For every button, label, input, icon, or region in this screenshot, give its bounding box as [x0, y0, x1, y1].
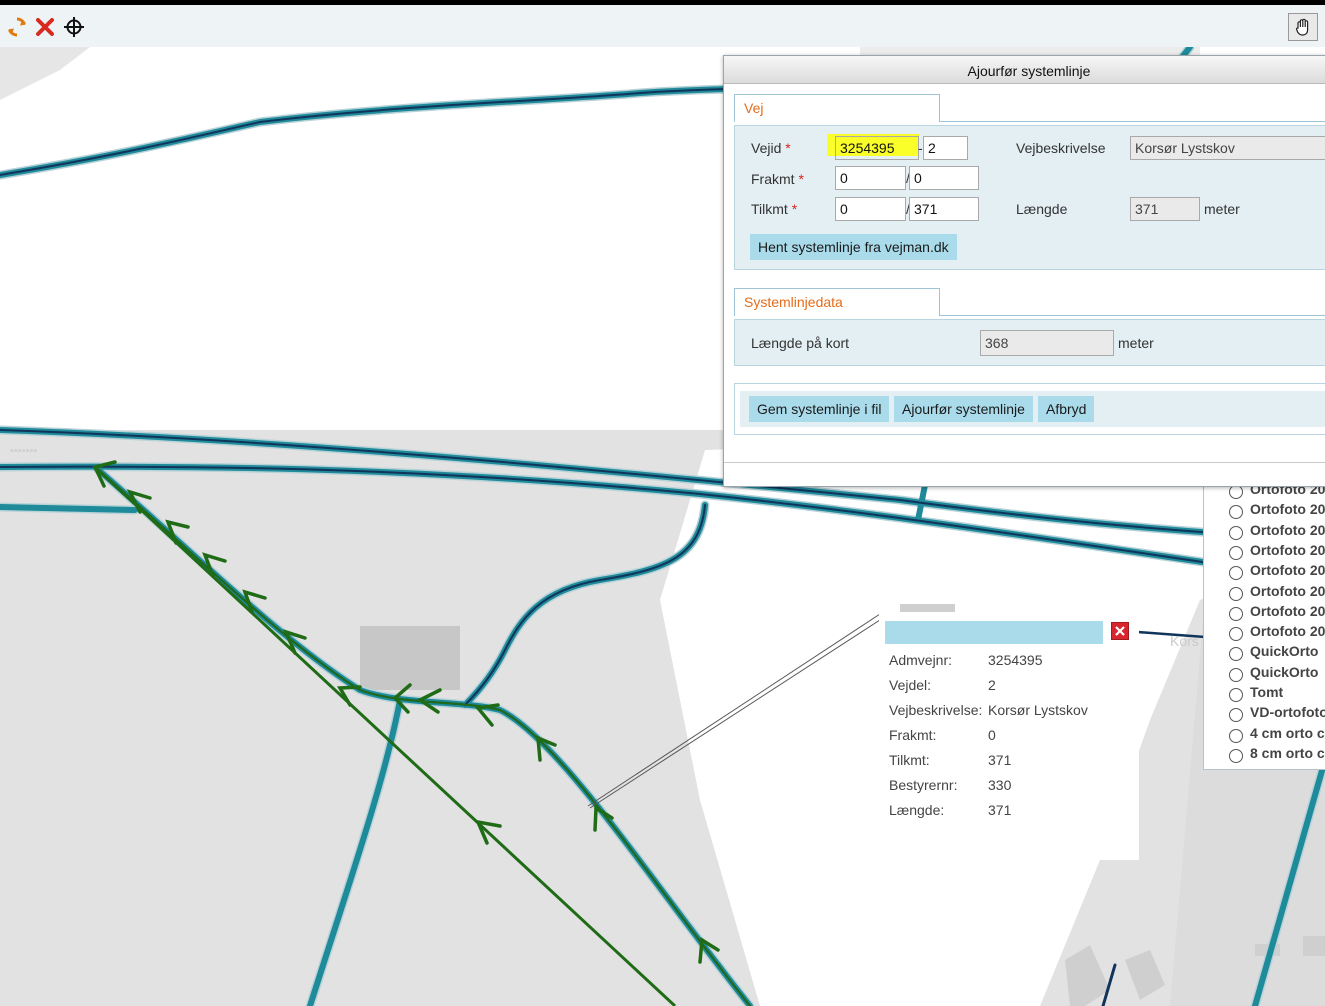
vej-panel: Vejid * - Vejbeskrivelse Frakmt * / Tilk… — [734, 125, 1325, 270]
crosshair-icon[interactable] — [62, 15, 86, 39]
map-toolbar — [0, 5, 1325, 47]
popup-row-value: 2 — [988, 677, 996, 693]
tab-line — [940, 121, 1325, 122]
frakmt-m-input[interactable] — [909, 166, 979, 190]
vej-group: Vej Vejid * - Vejbeskrivelse Frakmt * / … — [734, 94, 1325, 278]
close-icon — [1115, 626, 1125, 636]
map-building-small — [900, 604, 955, 612]
layer-radio[interactable] — [1229, 545, 1243, 560]
popup-row-value: 371 — [988, 802, 1012, 818]
dialog-title: Ajourfør systemlinje — [724, 56, 1325, 84]
tilkmt-m-input[interactable] — [909, 197, 979, 221]
layer-radio[interactable] — [1229, 667, 1243, 682]
tab-systemlinjedata[interactable]: Systemlinjedata — [734, 288, 940, 316]
layer-radio[interactable] — [1229, 708, 1243, 723]
popup-row-value: 330 — [988, 777, 1012, 793]
layer-radio[interactable] — [1229, 728, 1243, 743]
fetch-systemline-button[interactable]: Hent systemlinje fra vejman.dk — [750, 234, 957, 260]
pan-hand-icon[interactable] — [1288, 13, 1318, 41]
layer-item-label[interactable]: Tomt — [1250, 684, 1283, 700]
popup-row-value: 0 — [988, 727, 996, 743]
dialog-footer-divider — [724, 462, 1325, 463]
popup-row-value: 371 — [988, 752, 1012, 768]
vejbeskrivelse-field[interactable] — [1130, 136, 1325, 160]
actions-frame: Gem systemlinje i fil Ajourfør systemlin… — [734, 383, 1325, 435]
layer-radio[interactable] — [1229, 485, 1243, 499]
layer-item-label[interactable]: Ortofoto 20 — [1250, 542, 1325, 558]
layer-item-label[interactable]: Ortofoto 20 — [1250, 603, 1325, 619]
tilkmt-label: Tilkmt * — [751, 201, 798, 217]
layer-item-label[interactable]: 8 cm orto c — [1250, 745, 1325, 761]
close-icon[interactable] — [33, 15, 57, 39]
frakmt-km-input[interactable] — [835, 166, 906, 190]
layer-item-label[interactable]: Ortofoto 20 — [1250, 522, 1325, 538]
laengde-kort-label: Længde på kort — [751, 335, 850, 351]
actions-group: Gem systemlinje i fil Ajourfør systemlin… — [734, 383, 1325, 435]
layer-radio[interactable] — [1229, 606, 1243, 621]
popup-row-value: Korsør Lystskov — [988, 702, 1088, 718]
tilkmt-km-input[interactable] — [835, 197, 906, 221]
layer-radio[interactable] — [1229, 748, 1243, 763]
popup-row-value: 3254395 — [988, 652, 1043, 668]
map-building — [360, 626, 460, 690]
vejid-label: Vejid * — [751, 140, 791, 156]
save-to-file-button[interactable]: Gem systemlinje i fil — [749, 396, 890, 422]
popup-row-label: Vejbeskrivelse: — [889, 702, 983, 718]
layer-radio[interactable] — [1229, 627, 1243, 642]
laengde-kort-unit: meter — [1118, 335, 1154, 351]
cancel-button[interactable]: Afbryd — [1038, 396, 1095, 422]
update-systemline-button[interactable]: Ajourfør systemlinje — [894, 396, 1033, 422]
tab-line — [940, 315, 1325, 316]
vejdel-input[interactable] — [923, 136, 968, 160]
popup-row-label: Tilkmt: — [889, 752, 930, 768]
laengde-unit: meter — [1204, 201, 1240, 217]
layer-radio[interactable] — [1229, 586, 1243, 601]
actions-panel: Gem systemlinje i fil Ajourfør systemlin… — [740, 391, 1325, 427]
layer-item-label[interactable]: QuickOrto — [1250, 643, 1318, 659]
layer-item-label[interactable]: QuickOrto — [1250, 664, 1318, 680]
tab-vej[interactable]: Vej — [734, 94, 940, 122]
layer-item-label[interactable]: Ortofoto 20 — [1250, 562, 1325, 578]
popup-row-label: Admvejnr: — [889, 652, 953, 668]
layer-item-label[interactable]: Ortofoto 20 — [1250, 583, 1325, 599]
laengde-label: Længde — [1016, 201, 1068, 217]
vejid-input[interactable] — [835, 136, 919, 160]
systemlinjedata-panel: Længde på kort meter — [734, 319, 1325, 366]
layer-list: Ortofoto 20 Ortofoto 20 Ortofoto 20 Ortofot… — [1203, 483, 1325, 770]
layer-item-label[interactable]: VD-ortofoto — [1250, 704, 1325, 720]
systemlinjedata-group: Systemlinjedata Længde på kort meter — [734, 288, 1325, 368]
road-label-kors: Kors — [1170, 633, 1199, 649]
popup-header — [885, 621, 1103, 644]
layer-radio[interactable] — [1229, 525, 1243, 540]
layer-item-label[interactable]: 4 cm orto c — [1250, 725, 1325, 741]
popup-close-button[interactable] — [1111, 622, 1129, 640]
layer-radio[interactable] — [1229, 566, 1243, 581]
layer-radio[interactable] — [1229, 647, 1243, 662]
frakmt-label: Frakmt * — [751, 171, 804, 187]
layer-radio[interactable] — [1229, 505, 1243, 520]
layer-radio[interactable] — [1229, 688, 1243, 702]
vejdel-separator: - — [918, 140, 923, 156]
road-label-faint: ▪▪▪▪▪▪▪ — [10, 445, 37, 457]
layer-item-label[interactable]: Ortofoto 20 — [1250, 501, 1325, 517]
vejbeskrivelse-label: Vejbeskrivelse — [1016, 140, 1106, 156]
laengde-field[interactable] — [1130, 197, 1200, 221]
laengde-kort-field[interactable] — [980, 330, 1114, 356]
popup-row-label: Vejdel: — [889, 677, 932, 693]
info-popup: Admvejnr: 3254395 Vejdel: 2 Vejbeskrivelse: K… — [879, 612, 1139, 860]
update-systemline-dialog: Ajourfør systemlinje Vej Vejid * - Vejbe… — [723, 55, 1325, 487]
popup-row-label: Frakmt: — [889, 727, 937, 743]
popup-row-label: Bestyrernr: — [889, 777, 958, 793]
popup-row-label: Længde: — [889, 802, 945, 818]
layer-item-label[interactable]: Ortofoto 20 — [1250, 623, 1325, 639]
refresh-icon[interactable] — [5, 15, 29, 39]
